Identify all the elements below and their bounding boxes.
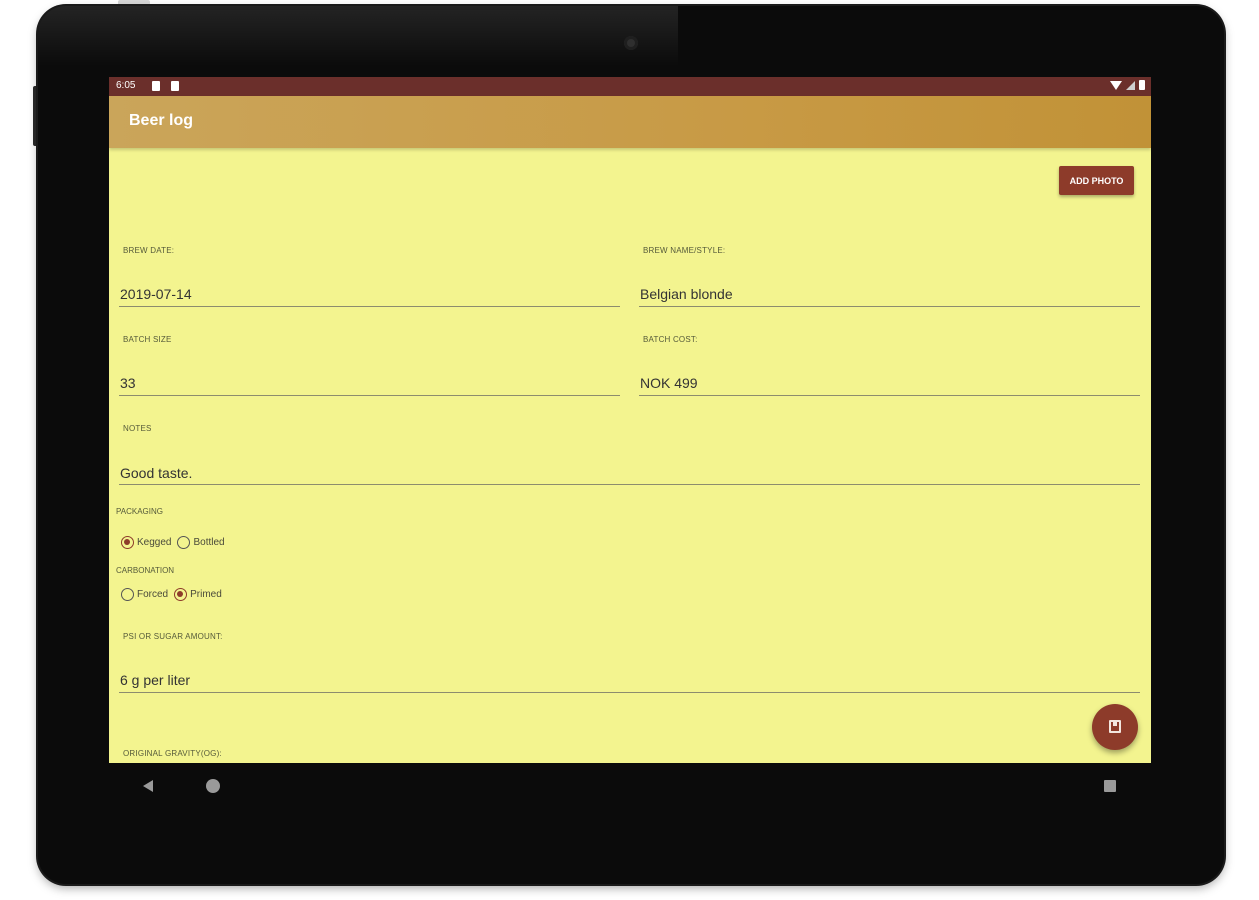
- packaging-radio-group: Kegged Bottled: [121, 536, 231, 549]
- wifi-icon: [1110, 80, 1122, 90]
- radio-kegged[interactable]: [121, 536, 134, 549]
- signal-icon: [1126, 80, 1135, 90]
- sugar-amount-label: PSI OR SUGAR AMOUNT:: [123, 632, 223, 641]
- radio-forced-label[interactable]: Forced: [137, 589, 168, 600]
- brew-name-underline: [639, 306, 1140, 307]
- batch-cost-field[interactable]: NOK 499: [640, 375, 698, 391]
- home-icon[interactable]: [206, 779, 220, 793]
- radio-bottled[interactable]: [177, 536, 191, 549]
- brew-name-label: BREW NAME/STYLE:: [643, 246, 726, 255]
- batch-size-field[interactable]: 33: [120, 375, 136, 391]
- notification-icon: [152, 81, 160, 91]
- radio-primed-label[interactable]: Primed: [190, 589, 222, 600]
- radio-bottled-label[interactable]: Bottled: [193, 537, 224, 548]
- save-fab-button[interactable]: [1092, 704, 1138, 750]
- status-time: 6:05: [116, 80, 136, 91]
- recents-icon[interactable]: [1104, 780, 1116, 792]
- packaging-label: PACKAGING: [116, 507, 163, 516]
- save-icon: [1109, 720, 1121, 733]
- back-icon[interactable]: [143, 780, 153, 792]
- sugar-amount-underline: [119, 692, 1140, 693]
- notes-label: NOTES: [123, 424, 152, 433]
- batch-size-underline: [119, 395, 620, 396]
- app-bar: Beer log: [109, 96, 1151, 148]
- radio-forced[interactable]: [121, 588, 134, 601]
- brew-date-field[interactable]: 2019-07-14: [120, 286, 192, 302]
- notes-underline: [119, 484, 1140, 485]
- sugar-amount-field[interactable]: 6 g per liter: [120, 672, 190, 688]
- battery-icon: [1139, 80, 1145, 90]
- radio-kegged-label[interactable]: Kegged: [137, 537, 171, 548]
- carbonation-radio-group: Forced Primed: [121, 588, 228, 601]
- sd-card-icon: [171, 81, 179, 91]
- batch-cost-label: BATCH COST:: [643, 335, 698, 344]
- radio-primed[interactable]: [174, 588, 188, 601]
- status-bar: 6:05: [109, 77, 1151, 96]
- add-photo-button[interactable]: ADD PHOTO: [1059, 166, 1134, 195]
- app-screen: 6:05 Beer log ADD PHOTO BREW DATE: 2019-…: [109, 77, 1151, 763]
- brew-date-underline: [119, 306, 620, 307]
- app-title: Beer log: [129, 112, 194, 129]
- brew-date-label: BREW DATE:: [123, 246, 175, 255]
- batch-size-label: BATCH SIZE: [123, 335, 172, 344]
- status-icons: [1110, 80, 1145, 90]
- original-gravity-label: ORIGINAL GRAVITY(OG):: [123, 749, 222, 758]
- carbonation-label: CARBONATION: [116, 566, 175, 575]
- tablet-glare: [38, 6, 678, 66]
- brew-name-field[interactable]: Belgian blonde: [640, 286, 733, 302]
- navigation-bar: [109, 763, 1151, 809]
- camera-icon: [624, 36, 638, 50]
- notes-field[interactable]: Good taste.: [120, 465, 192, 481]
- batch-cost-underline: [639, 395, 1140, 396]
